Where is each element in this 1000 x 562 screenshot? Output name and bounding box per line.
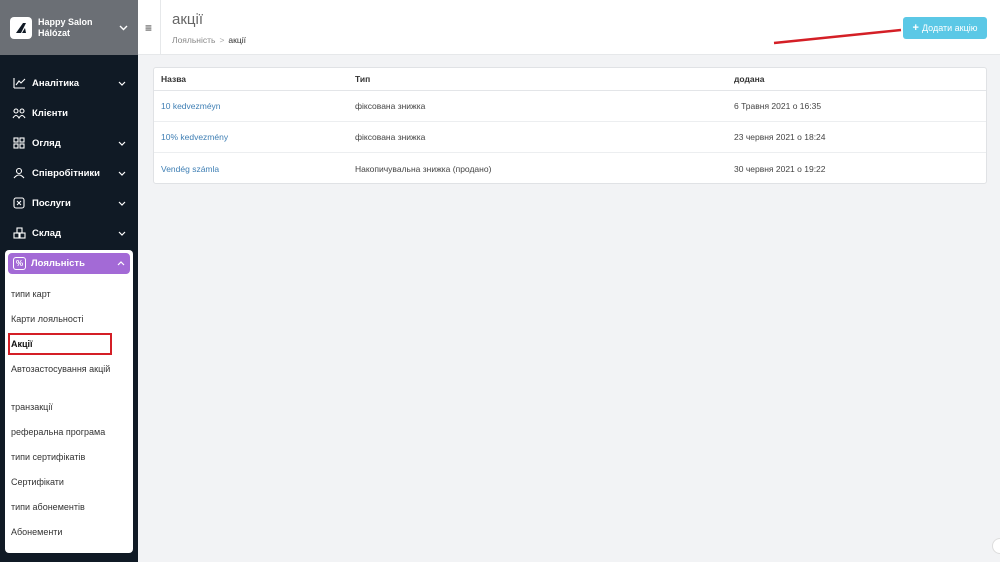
sidebar-item-label: Склад xyxy=(32,227,62,239)
submenu-card-types[interactable]: типи карт xyxy=(11,288,51,300)
boxes-icon xyxy=(12,226,26,240)
submenu-subscription-types[interactable]: типи абонементів xyxy=(11,501,85,513)
breadcrumb-parent[interactable]: Лояльність xyxy=(172,35,215,45)
user-icon xyxy=(12,166,26,180)
chevron-down-icon xyxy=(118,231,126,236)
submenu-auto-promotions[interactable]: Автозастосування акцій xyxy=(11,363,111,375)
chevron-down-icon xyxy=(118,171,126,176)
sidebar-nav: Аналітика Клієнти Огляд Співробітники По… xyxy=(0,68,138,248)
divider xyxy=(160,0,161,55)
add-promotion-label: Додати акцію xyxy=(921,23,978,33)
promotion-type: фіксована знижка xyxy=(355,101,426,111)
chevron-up-icon xyxy=(117,261,125,266)
table-row: 10 kedvezméyn фіксована знижка 6 Травня … xyxy=(154,91,986,122)
sidebar-item-label: Клієнти xyxy=(32,107,68,119)
chevron-down-icon xyxy=(118,81,126,86)
sidebar-item-label: Лояльність xyxy=(31,258,85,269)
submenu-subscriptions[interactable]: Абонементи xyxy=(11,526,62,538)
column-header-name[interactable]: Назва xyxy=(161,74,186,84)
chevron-down-icon[interactable] xyxy=(119,25,128,31)
scissors-icon xyxy=(12,196,26,210)
promotion-name-link[interactable]: Vendég számla xyxy=(161,164,219,174)
promotion-type: фіксована знижка xyxy=(355,132,426,142)
sidebar-item-warehouse[interactable]: Склад xyxy=(0,218,138,248)
brand-switcher[interactable]: Happy Salon Hálózat xyxy=(0,0,138,55)
help-widget-icon[interactable] xyxy=(992,538,1000,554)
sidebar-item-overview[interactable]: Огляд xyxy=(0,128,138,158)
page-header: ≡ акції Лояльність > акції + Додати акцію xyxy=(138,0,1000,55)
submenu-referral[interactable]: реферальна програма xyxy=(11,426,105,438)
table-row: Vendég számla Накопичувальна знижка (про… xyxy=(154,153,986,184)
page-title: акції xyxy=(172,11,203,28)
chart-line-icon xyxy=(12,76,26,90)
promotion-added-date: 30 червня 2021 о 19:22 xyxy=(734,163,826,174)
promotion-name-link[interactable]: 10% kedvezmény xyxy=(161,132,228,142)
submenu-certificate-types[interactable]: типи сертифікатів xyxy=(11,451,85,463)
brand-logo-icon xyxy=(10,16,32,39)
breadcrumb-current: акції xyxy=(228,35,246,45)
table-row: 10% kedvezmény фіксована знижка 23 червн… xyxy=(154,122,986,153)
breadcrumb: Лояльність > акції xyxy=(172,35,246,45)
column-header-type[interactable]: Тип xyxy=(355,74,370,84)
brand-name: Happy Salon Hálózat xyxy=(38,17,108,39)
submenu-transactions[interactable]: транзакції xyxy=(11,401,53,413)
brand-line1: Happy Salon xyxy=(38,16,93,27)
percent-tag-icon: % xyxy=(13,257,26,270)
grid-icon xyxy=(12,136,26,150)
sidebar-item-label: Співробітники xyxy=(32,167,101,179)
annotation-highlight-box xyxy=(8,333,112,355)
sidebar-item-clients[interactable]: Клієнти xyxy=(0,98,138,128)
sidebar-item-label: Аналітика xyxy=(32,77,80,89)
submenu-loyalty-cards[interactable]: Карти лояльності xyxy=(11,313,83,325)
submenu-certificates[interactable]: Сертифікати xyxy=(11,476,64,488)
breadcrumb-separator: > xyxy=(219,35,225,45)
chevron-down-icon xyxy=(118,201,126,206)
menu-toggle-icon[interactable]: ≡ xyxy=(145,21,152,35)
users-icon xyxy=(12,106,26,120)
promotion-type: Накопичувальна знижка (продано) xyxy=(355,163,492,174)
promotion-added-date: 23 червня 2021 о 18:24 xyxy=(734,132,826,142)
chevron-down-icon xyxy=(118,141,126,146)
sidebar-item-label: Послуги xyxy=(32,197,71,209)
sidebar-item-loyalty[interactable]: % Лояльність xyxy=(8,253,130,274)
sidebar: Happy Salon Hálózat Аналітика Клієнти Ог… xyxy=(0,0,138,562)
promotions-table: Назва Тип додана 10 kedvezméyn фіксована… xyxy=(153,67,987,184)
promotion-added-date: 6 Травня 2021 о 16:35 xyxy=(734,101,822,111)
add-promotion-button[interactable]: + Додати акцію xyxy=(903,17,987,39)
plus-icon: + xyxy=(912,22,919,34)
promotion-name-link[interactable]: 10 kedvezméyn xyxy=(161,101,221,111)
sidebar-item-label: Огляд xyxy=(32,137,61,149)
brand-line2: Hálózat xyxy=(38,27,71,38)
column-header-added[interactable]: додана xyxy=(734,74,764,84)
sidebar-item-services[interactable]: Послуги xyxy=(0,188,138,218)
table-header: Назва Тип додана xyxy=(154,68,986,91)
sidebar-item-employees[interactable]: Співробітники xyxy=(0,158,138,188)
sidebar-item-analytics[interactable]: Аналітика xyxy=(0,68,138,98)
